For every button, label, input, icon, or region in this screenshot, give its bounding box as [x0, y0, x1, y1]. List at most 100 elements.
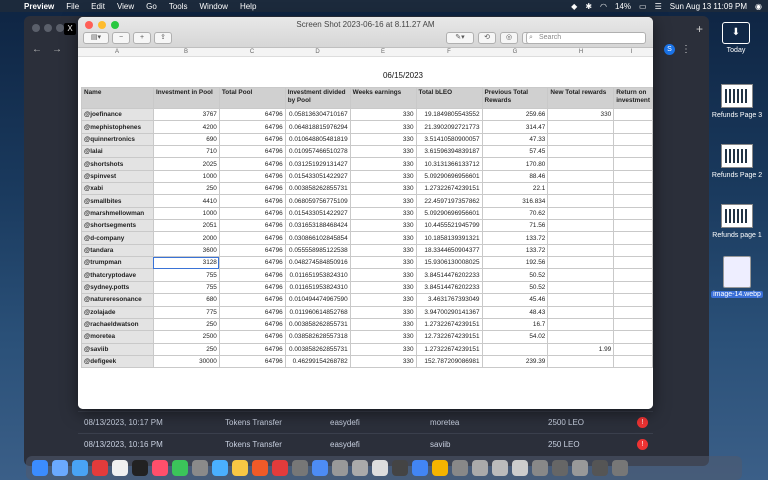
table-cell: 259.66	[481, 107, 549, 122]
tx-to[interactable]: moretea	[430, 418, 459, 427]
menu-file[interactable]: File	[60, 2, 85, 11]
table-cell: 0.055558985122538	[284, 243, 351, 258]
table-header-row: Name Investment in Pool Total Pool Investme…	[81, 87, 653, 109]
dock-app-icon[interactable]	[312, 460, 328, 476]
column-letter: H	[578, 49, 584, 55]
profile-avatar[interactable]: S	[664, 44, 675, 55]
table-cell: 0.068059756775109	[284, 194, 351, 208]
dock-app-icon[interactable]	[472, 460, 488, 476]
new-tab-icon[interactable]: +	[696, 22, 703, 36]
dock-app-icon[interactable]	[412, 460, 428, 476]
dock-app-icon[interactable]	[292, 460, 308, 476]
preview-titlebar[interactable]: Screen Shot 2023-06-16 at 8.11.27 AM ▤▾ …	[78, 17, 653, 48]
siri-icon[interactable]: ◉	[755, 2, 762, 11]
dock-app-icon[interactable]	[32, 460, 48, 476]
dock-app-icon[interactable]	[152, 460, 168, 476]
dock-app-icon[interactable]	[132, 460, 148, 476]
dock-app-icon[interactable]	[372, 460, 388, 476]
table-cell: 1000	[152, 169, 220, 184]
dock-app-icon[interactable]	[432, 460, 448, 476]
dock-app-icon[interactable]	[512, 460, 528, 476]
menu-edit[interactable]: Edit	[85, 2, 111, 11]
battery-icon[interactable]: ▭	[639, 2, 647, 11]
x-logo-icon[interactable]: X	[64, 23, 76, 35]
menu-tools[interactable]: Tools	[163, 2, 194, 11]
dock-app-icon[interactable]	[192, 460, 208, 476]
table-cell	[613, 330, 653, 344]
file-thumbnail-icon	[721, 84, 753, 108]
dock-app-icon[interactable]	[352, 460, 368, 476]
close-dot-icon[interactable]	[32, 24, 40, 32]
dock-app-icon[interactable]	[172, 460, 188, 476]
menu-app-name[interactable]: Preview	[18, 2, 60, 11]
table-cell	[613, 317, 653, 332]
menu-view[interactable]: View	[111, 2, 140, 11]
menu-help[interactable]: Help	[234, 2, 262, 11]
info-icon[interactable]: !	[637, 439, 648, 450]
dock-app-icon[interactable]	[492, 460, 508, 476]
minimize-dot-icon[interactable]	[44, 24, 52, 32]
table-cell: 0.030866102845854	[284, 231, 351, 245]
dock-app-icon[interactable]	[532, 460, 548, 476]
table-cell	[547, 120, 615, 134]
menu-window[interactable]: Window	[194, 2, 234, 11]
table-cell	[613, 182, 653, 196]
zoom-out-icon[interactable]: −	[112, 32, 130, 44]
dock-app-icon[interactable]	[252, 460, 268, 476]
sidebar-toggle-icon[interactable]: ▤▾	[83, 32, 109, 44]
table-cell: 64796	[218, 169, 286, 184]
table-cell: 45.46	[481, 293, 549, 307]
desktop-file-refunds-3[interactable]: Refunds Page 3	[706, 84, 768, 119]
tx-from[interactable]: easydefi	[330, 440, 360, 449]
table-cell: 0.011651953824310	[284, 268, 351, 282]
dock-app-icon[interactable]	[72, 460, 88, 476]
desktop-file-refunds-1[interactable]: Refunds page 1	[706, 204, 768, 239]
dock-app-icon[interactable]	[552, 460, 568, 476]
dock-app-icon[interactable]	[452, 460, 468, 476]
table-cell	[613, 132, 653, 147]
desktop-file-refunds-2[interactable]: Refunds Page 2	[706, 144, 768, 179]
clock[interactable]: Sun Aug 13 11:09 PM	[670, 2, 747, 11]
forward-arrow-icon[interactable]: →	[52, 44, 62, 55]
share-icon[interactable]: ⇪	[154, 32, 172, 44]
dock-app-icon[interactable]	[592, 460, 608, 476]
table-row: @quinnertronics 690 64796 0.010648805481819…	[81, 132, 653, 147]
back-arrow-icon[interactable]: ←	[32, 44, 42, 55]
control-center-icon[interactable]: ☰	[655, 2, 662, 11]
cell-name: @natureresonance	[81, 293, 154, 307]
dock-app-icon[interactable]	[92, 460, 108, 476]
dock-app-icon[interactable]	[332, 460, 348, 476]
desktop-folder-today[interactable]: ⬇ Today	[716, 22, 756, 54]
table-cell: 2000	[152, 231, 220, 245]
dropbox-icon[interactable]: ◆	[571, 2, 577, 11]
markup-pen-icon[interactable]: ✎▾	[446, 32, 474, 44]
dock-app-icon[interactable]	[392, 460, 408, 476]
tx-to[interactable]: saviib	[430, 440, 450, 449]
bluetooth-icon[interactable]: ✱	[585, 2, 592, 11]
markup-toolbar-icon[interactable]: ◎	[500, 32, 518, 44]
table-cell	[547, 330, 615, 344]
table-cell: 330	[349, 354, 417, 369]
rotate-icon[interactable]: ⟲	[478, 32, 496, 44]
wifi-icon[interactable]: ◠	[600, 2, 607, 11]
menu-go[interactable]: Go	[140, 2, 163, 11]
zoom-in-icon[interactable]: +	[133, 32, 151, 44]
dock-app-icon[interactable]	[112, 460, 128, 476]
dock-app-icon[interactable]	[212, 460, 228, 476]
table-cell: 0.011960614852768	[284, 305, 351, 319]
dock-app-icon[interactable]	[572, 460, 588, 476]
search-field[interactable]: ⌕ Search	[526, 32, 646, 44]
info-icon[interactable]: !	[637, 417, 648, 428]
desktop-file-image-14[interactable]: image-14.webp	[706, 256, 768, 298]
table-cell: 330	[349, 132, 417, 147]
dock-app-icon[interactable]	[272, 460, 288, 476]
zoom-dot-icon[interactable]	[56, 24, 64, 32]
dock-app-icon[interactable]	[612, 460, 628, 476]
table-cell: 250	[152, 182, 220, 196]
cell-name: @mephistophenes	[81, 120, 154, 134]
dock-app-icon[interactable]	[52, 460, 68, 476]
tx-from[interactable]: easydefi	[330, 418, 360, 427]
dock-app-icon[interactable]	[232, 460, 248, 476]
more-menu-icon[interactable]: ⋮	[681, 44, 691, 55]
battery-percent[interactable]: 14%	[615, 2, 631, 11]
